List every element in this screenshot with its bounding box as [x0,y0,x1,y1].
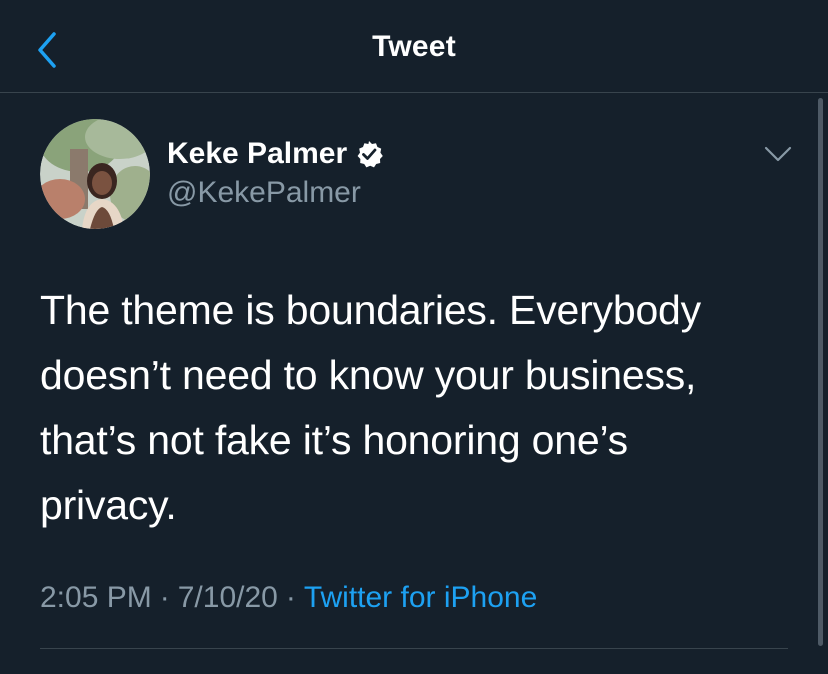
separator-dot: · [285,581,296,614]
scrollbar[interactable] [818,98,823,646]
tweet-source-link[interactable]: Twitter for iPhone [304,581,537,614]
page-title: Tweet [372,30,456,63]
tweet-text: The theme is boundaries. Everybody doesn… [40,278,780,538]
tweet-metadata: 2:05 PM · 7/10/20 · Twitter for iPhone [40,581,537,615]
top-navigation-bar: Tweet [0,0,828,93]
author-name-row[interactable]: Keke Palmer [167,136,383,172]
verified-badge-icon [355,140,383,168]
tweet-text-line: that’s not fake it’s honoring one’s [40,417,628,463]
separator-dot: · [159,581,170,614]
divider [40,648,788,649]
tweet-menu-button[interactable] [760,136,796,172]
tweet-time: 2:05 PM [40,581,152,614]
author-handle[interactable]: @KekePalmer [167,176,361,210]
avatar[interactable] [40,119,150,229]
tweet-text-line: The theme is boundaries. Everybody [40,287,701,333]
tweet-date: 7/10/20 [177,581,278,614]
chevron-down-icon [764,146,792,162]
author-display-name[interactable]: Keke Palmer [167,137,347,171]
tweet-text-line: privacy. [40,482,177,528]
tweet-text-line: doesn’t need to know your business, [40,352,697,398]
avatar-image [40,119,150,229]
